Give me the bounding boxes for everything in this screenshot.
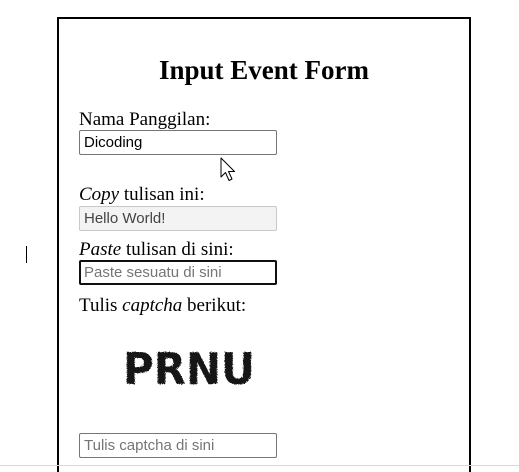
captcha-label-emphasis: captcha xyxy=(122,295,183,316)
paste-label-text: tulisan di sini: xyxy=(121,239,234,260)
captcha-label: Tulis captcha berikut: xyxy=(79,295,246,317)
arrow-pointer-icon xyxy=(220,157,235,181)
copy-label: Copy tulisan ini: xyxy=(79,184,205,206)
captcha-label-suffix: berikut: xyxy=(182,295,247,316)
paste-input[interactable] xyxy=(79,260,277,285)
input-event-form: Input Event Form Nama Panggilan: Copy tu… xyxy=(57,17,471,472)
paste-label-emphasis: Paste xyxy=(79,239,122,260)
captcha-label-prefix: Tulis xyxy=(79,295,123,316)
text-caret xyxy=(26,246,27,263)
captcha-text: PRNU xyxy=(123,344,255,390)
form-title: Input Event Form xyxy=(158,55,369,85)
nickname-input[interactable] xyxy=(79,130,277,155)
captcha-input[interactable] xyxy=(79,433,277,458)
paste-label: Paste tulisan di sini: xyxy=(79,239,234,261)
copy-label-text: tulisan ini: xyxy=(119,184,205,205)
bottom-divider xyxy=(0,465,519,466)
nickname-label: Nama Panggilan: xyxy=(79,109,211,130)
captcha-image: PRNU xyxy=(123,344,255,390)
copy-text-field[interactable] xyxy=(79,206,277,231)
copy-label-emphasis: Copy xyxy=(79,184,120,205)
